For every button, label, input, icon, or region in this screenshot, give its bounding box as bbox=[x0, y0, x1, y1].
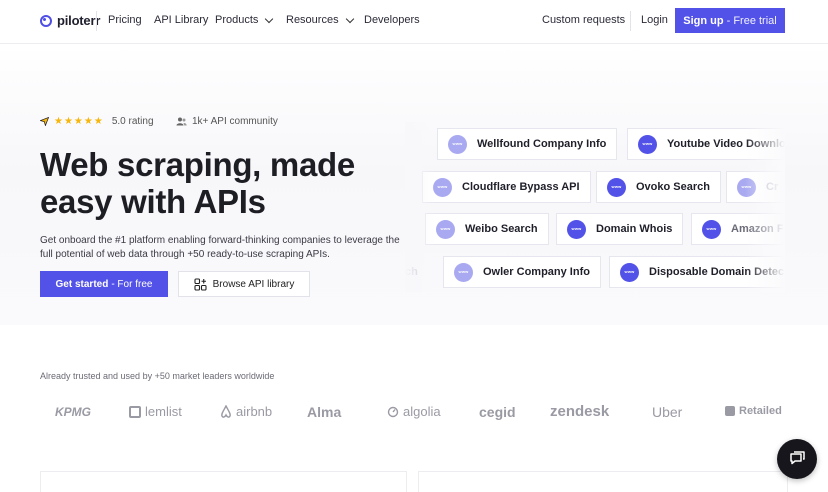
logo[interactable]: piloterr bbox=[40, 13, 100, 28]
get-started-label: Get started bbox=[55, 278, 109, 290]
nav-products-label: Products bbox=[215, 14, 259, 26]
www-globe-icon bbox=[454, 262, 473, 282]
brand-name: algolia bbox=[403, 404, 441, 419]
nav-products[interactable]: Products bbox=[215, 14, 274, 26]
navigation-arrow-icon bbox=[40, 117, 49, 126]
brand-name: Alma bbox=[307, 404, 342, 420]
chat-widget-button[interactable] bbox=[777, 439, 817, 479]
logo-text: piloterr bbox=[57, 13, 101, 28]
browse-api-library-label: Browse API library bbox=[212, 278, 295, 290]
algolia-mark-icon bbox=[387, 406, 399, 417]
cegid-logo: cegid bbox=[479, 404, 516, 420]
kpmg-logo: KPMG bbox=[55, 405, 91, 419]
community-text: 1k+ API community bbox=[192, 116, 278, 127]
browse-api-library-button[interactable]: Browse API library bbox=[178, 271, 310, 297]
piloterr-logo-icon bbox=[40, 14, 52, 27]
nav-api-library-label: API Library bbox=[154, 14, 209, 26]
nav-pricing[interactable]: Pricing bbox=[108, 14, 142, 26]
api-chip-label: Ovoko Search bbox=[636, 181, 710, 193]
airbnb-logo: airbnb bbox=[220, 404, 272, 419]
feature-card bbox=[418, 471, 788, 492]
nav-developers[interactable]: Developers bbox=[364, 14, 420, 26]
feature-card bbox=[40, 471, 407, 492]
for-free-label: - For free bbox=[111, 278, 153, 290]
www-globe-icon bbox=[436, 219, 455, 239]
www-globe-icon bbox=[433, 177, 452, 197]
chat-bubbles-icon bbox=[790, 451, 805, 465]
api-chip-label: Wellfound Company Info bbox=[477, 138, 607, 150]
rating: ★★★★★ 5.0 rating bbox=[40, 116, 154, 127]
api-chip-cloudflare[interactable]: Cloudflare Bypass API bbox=[422, 171, 591, 203]
nav-api-library[interactable]: API Library bbox=[154, 14, 208, 26]
api-chip-wellfound[interactable]: Wellfound Company Info bbox=[437, 128, 618, 160]
airbnb-mark-icon bbox=[221, 405, 231, 418]
signup-free-trial-label: - Free trial bbox=[726, 14, 777, 27]
brand-name: Uber bbox=[652, 404, 683, 420]
retailed-mark-icon bbox=[725, 406, 735, 416]
api-chip-label: Owler Company Info bbox=[483, 266, 590, 278]
api-chip-domain-whois[interactable]: Domain Whois bbox=[556, 213, 684, 245]
chevron-down-icon bbox=[345, 14, 354, 23]
www-globe-icon bbox=[638, 134, 657, 154]
uber-logo: Uber bbox=[652, 404, 682, 420]
rating-text: 5.0 rating bbox=[111, 116, 154, 127]
api-chip-owler[interactable]: Owler Company Info bbox=[443, 256, 601, 288]
five-star-icon: ★★★★★ bbox=[54, 116, 104, 127]
trusted-by-text: Already trusted and used by +50 market l… bbox=[40, 371, 275, 381]
top-navbar: piloterr Pricing API Library Products Re… bbox=[0, 0, 828, 44]
custom-requests-label: Custom requests bbox=[542, 14, 626, 26]
chevron-down-icon bbox=[265, 14, 274, 23]
chips-fade-right bbox=[745, 122, 785, 292]
www-globe-icon bbox=[567, 219, 586, 239]
api-chip-label: Cloudflare Bypass API bbox=[462, 181, 580, 193]
signup-label: Sign up bbox=[683, 14, 724, 27]
signup-button[interactable]: Sign up - Free trial bbox=[675, 8, 785, 33]
brand-name: lemlist bbox=[145, 404, 182, 419]
lemlist-logo: lemlist bbox=[129, 404, 182, 419]
api-chip-label: Weibo Search bbox=[465, 223, 538, 235]
api-chip-label: Domain Whois bbox=[596, 223, 673, 235]
brand-name: cegid bbox=[479, 404, 516, 420]
nav-divider bbox=[630, 11, 631, 31]
lemlist-mark-icon bbox=[129, 405, 141, 418]
www-globe-icon bbox=[607, 177, 626, 197]
hero-subtitle: Get onboard the #1 platform enabling for… bbox=[40, 235, 400, 260]
nav-custom-requests[interactable]: Custom requests bbox=[542, 14, 625, 26]
algolia-logo: algolia bbox=[387, 404, 441, 419]
nav-pricing-label: Pricing bbox=[108, 14, 142, 26]
chips-fade-left bbox=[405, 122, 435, 292]
www-globe-icon bbox=[702, 219, 721, 239]
login-label: Login bbox=[641, 14, 668, 26]
community-badge: 1k+ API community bbox=[176, 116, 278, 127]
alma-logo: Alma bbox=[307, 404, 341, 420]
nav-resources[interactable]: Resources bbox=[286, 14, 354, 26]
brand-name: KPMG bbox=[55, 405, 91, 419]
brand-logos: KPMG lemlist airbnb Alma algolia cegid z… bbox=[0, 398, 828, 426]
brand-name: Retailed bbox=[739, 405, 782, 417]
nav-resources-label: Resources bbox=[286, 14, 339, 26]
brand-name: airbnb bbox=[236, 404, 273, 419]
api-showcase: s Wellfound Company Info Youtube Video D… bbox=[405, 122, 785, 292]
www-globe-icon bbox=[620, 262, 639, 282]
hero-headline: Web scraping, made easy with APIs bbox=[40, 146, 355, 220]
get-started-button[interactable]: Get started - For free bbox=[40, 271, 168, 297]
api-chip-weibo[interactable]: Weibo Search bbox=[425, 213, 549, 245]
zendesk-logo: zendesk bbox=[550, 403, 609, 420]
www-globe-icon bbox=[448, 134, 467, 154]
nav-divider bbox=[96, 11, 97, 31]
retailed-logo: Retailed bbox=[725, 405, 782, 417]
nav-login[interactable]: Login bbox=[641, 14, 668, 26]
users-icon bbox=[176, 117, 187, 126]
brand-name: zendesk bbox=[550, 403, 610, 420]
apps-grid-icon bbox=[194, 277, 207, 291]
api-chip-ovoko[interactable]: Ovoko Search bbox=[596, 171, 721, 203]
nav-developers-label: Developers bbox=[364, 14, 420, 26]
